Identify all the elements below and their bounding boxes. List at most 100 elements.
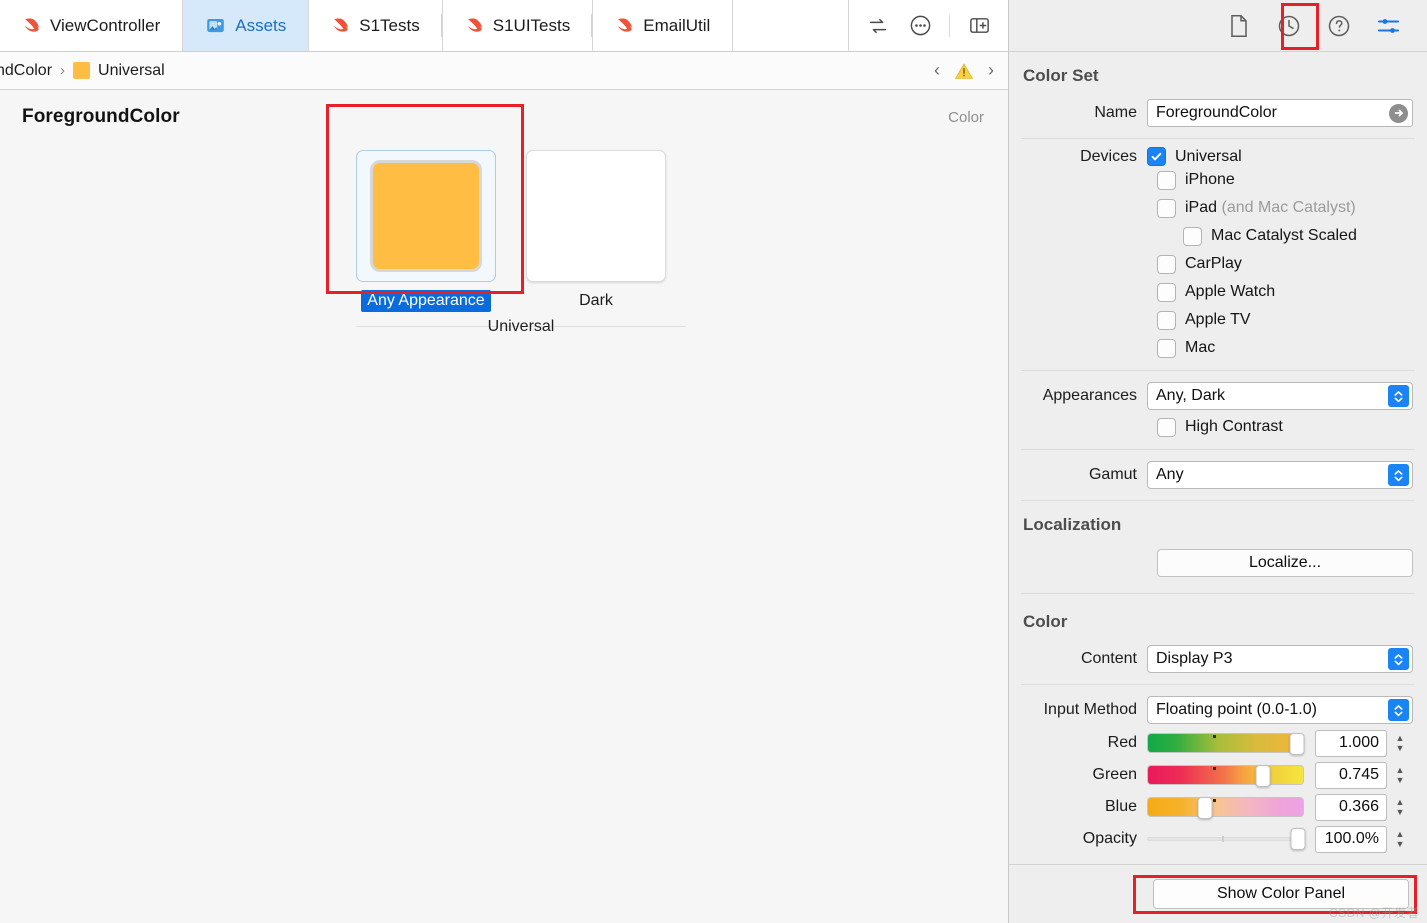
quick-help-icon[interactable] xyxy=(1325,12,1353,40)
blue-stepper[interactable]: ▲ ▼ xyxy=(1392,797,1408,816)
breadcrumb: ndColor › Universal xyxy=(0,62,165,80)
tab-label: ViewController xyxy=(50,15,161,35)
swatch-label: Dark xyxy=(579,292,613,309)
opacity-slider[interactable] xyxy=(1147,828,1306,850)
devices-row: Devices Universal xyxy=(1009,147,1427,166)
warning-triangle-icon[interactable] xyxy=(954,62,974,80)
blue-slider[interactable] xyxy=(1147,797,1304,819)
breadcrumb-current[interactable]: Universal xyxy=(98,62,165,80)
related-items-icon[interactable] xyxy=(865,13,891,39)
blue-slider-thumb[interactable] xyxy=(1197,797,1213,819)
tab-emailutil[interactable]: EmailUtil xyxy=(593,0,734,51)
opacity-slider-thumb[interactable] xyxy=(1290,828,1306,850)
blue-value-field[interactable]: 0.366 xyxy=(1315,793,1387,821)
slider-row-green: Green 0.745 ▲ ▼ xyxy=(1009,759,1427,791)
breadcrumb-parent[interactable]: ndColor xyxy=(0,62,52,80)
checkbox-high-contrast[interactable] xyxy=(1157,417,1176,437)
opacity-stepper[interactable]: ▲ ▼ xyxy=(1392,829,1408,848)
red-tick xyxy=(1213,735,1217,738)
red-slider[interactable] xyxy=(1147,733,1305,755)
red-gradient xyxy=(1148,734,1303,752)
green-stepper[interactable]: ▲ ▼ xyxy=(1392,765,1408,784)
nav-forward-icon[interactable]: › xyxy=(984,60,998,81)
tab-assets[interactable]: Assets xyxy=(183,0,310,51)
name-row: Name ForegroundColor xyxy=(1009,96,1427,130)
content-value: Display P3 xyxy=(1156,650,1233,667)
nav-back-icon[interactable]: ‹ xyxy=(930,60,944,81)
checkbox-apple-watch[interactable] xyxy=(1157,282,1176,302)
opacity-value: 100.0% xyxy=(1324,830,1379,847)
checkbox-universal[interactable] xyxy=(1147,147,1166,166)
swatch-box[interactable] xyxy=(526,150,666,282)
opacity-label: Opacity xyxy=(1082,830,1137,847)
input-method-value: Floating point (0.0-1.0) xyxy=(1156,701,1317,718)
label-high-contrast: High Contrast xyxy=(1185,418,1283,435)
content-row: Content Display P3 xyxy=(1009,642,1427,676)
attributes-inspector-icon[interactable] xyxy=(1375,12,1403,40)
red-slider-thumb[interactable] xyxy=(1289,733,1305,755)
swatch-dark[interactable]: Dark xyxy=(526,150,666,312)
reveal-arrow-icon[interactable] xyxy=(1389,103,1408,123)
swatch-box[interactable] xyxy=(356,150,496,282)
label-mac-catalyst-scaled: Mac Catalyst Scaled xyxy=(1211,227,1357,244)
asset-canvas: ForegroundColor Color Any Appearance Dar… xyxy=(0,90,1008,923)
more-options-icon[interactable] xyxy=(907,13,933,39)
checkbox-ipad[interactable] xyxy=(1157,198,1176,218)
slider-row-red: Red 1.000 ▲ ▼ xyxy=(1009,727,1427,759)
swift-file-icon xyxy=(24,18,39,32)
tab-label: S1Tests xyxy=(359,15,420,35)
green-slider-thumb[interactable] xyxy=(1255,765,1271,787)
add-editor-icon[interactable] xyxy=(966,13,992,39)
checkbox-carplay[interactable] xyxy=(1157,254,1176,274)
label-iphone: iPhone xyxy=(1185,171,1235,188)
inspector-footer: Show Color Panel CSDN @开发者 xyxy=(1009,864,1427,923)
tab-s1tests[interactable]: S1Tests xyxy=(309,0,443,51)
label-carplay: CarPlay xyxy=(1185,255,1242,272)
content-select[interactable]: Display P3 xyxy=(1147,645,1413,673)
tab-viewcontroller[interactable]: ViewController xyxy=(0,0,184,51)
appearances-label: Appearances xyxy=(1042,387,1137,404)
blue-label: Blue xyxy=(1104,798,1137,815)
file-inspector-icon[interactable] xyxy=(1225,12,1253,40)
device-row-iphone: iPhone xyxy=(1009,166,1427,194)
opacity-track xyxy=(1147,837,1304,841)
swift-file-icon xyxy=(334,18,349,32)
slider-row-blue: Blue 0.366 ▲ ▼ xyxy=(1009,791,1427,823)
checkbox-mac-catalyst-scaled[interactable] xyxy=(1183,226,1202,246)
gamut-select[interactable]: Any xyxy=(1147,461,1413,489)
swatch-any-appearance[interactable]: Any Appearance xyxy=(356,150,496,312)
tab-s1uitests[interactable]: S1UITests xyxy=(442,0,594,51)
name-field[interactable]: ForegroundColor xyxy=(1147,99,1413,127)
appearances-select[interactable]: Any, Dark xyxy=(1147,382,1413,410)
assets-catalog-icon xyxy=(207,18,225,33)
history-inspector-icon[interactable] xyxy=(1275,12,1303,40)
green-value: 0.745 xyxy=(1338,766,1379,783)
label-apple-tv: Apple TV xyxy=(1185,311,1251,328)
section-title-color: Color xyxy=(1023,612,1068,631)
checkbox-apple-tv[interactable] xyxy=(1157,310,1176,330)
blue-value: 0.366 xyxy=(1338,798,1379,815)
localize-button[interactable]: Localize... xyxy=(1157,549,1413,577)
label-ipad-text: iPad xyxy=(1185,199,1218,216)
breadcrumb-separator-icon: › xyxy=(60,62,66,79)
label-universal: Universal xyxy=(1175,147,1242,165)
name-value: ForegroundColor xyxy=(1156,104,1277,121)
label-mac: Mac xyxy=(1185,339,1216,356)
checkbox-iphone[interactable] xyxy=(1157,170,1176,190)
red-stepper[interactable]: ▲ ▼ xyxy=(1392,733,1408,752)
label-ipad: iPad (and Mac Catalyst) xyxy=(1185,199,1356,217)
opacity-value-field[interactable]: 100.0% xyxy=(1315,825,1387,853)
input-method-select[interactable]: Floating point (0.0-1.0) xyxy=(1147,696,1413,724)
blue-tick xyxy=(1213,799,1217,802)
input-method-row: Input Method Floating point (0.0-1.0) xyxy=(1009,693,1427,727)
green-value-field[interactable]: 0.745 xyxy=(1315,761,1387,789)
green-slider[interactable] xyxy=(1147,765,1304,787)
gamut-row: Gamut Any xyxy=(1009,458,1427,492)
checkbox-mac[interactable] xyxy=(1157,338,1176,358)
chevron-updown-icon xyxy=(1388,648,1409,670)
appearances-value: Any, Dark xyxy=(1156,387,1226,404)
device-row-mac: Mac xyxy=(1009,334,1427,362)
red-value-field[interactable]: 1.000 xyxy=(1315,729,1387,757)
divider xyxy=(1021,370,1415,371)
high-contrast-row: High Contrast xyxy=(1009,413,1427,441)
